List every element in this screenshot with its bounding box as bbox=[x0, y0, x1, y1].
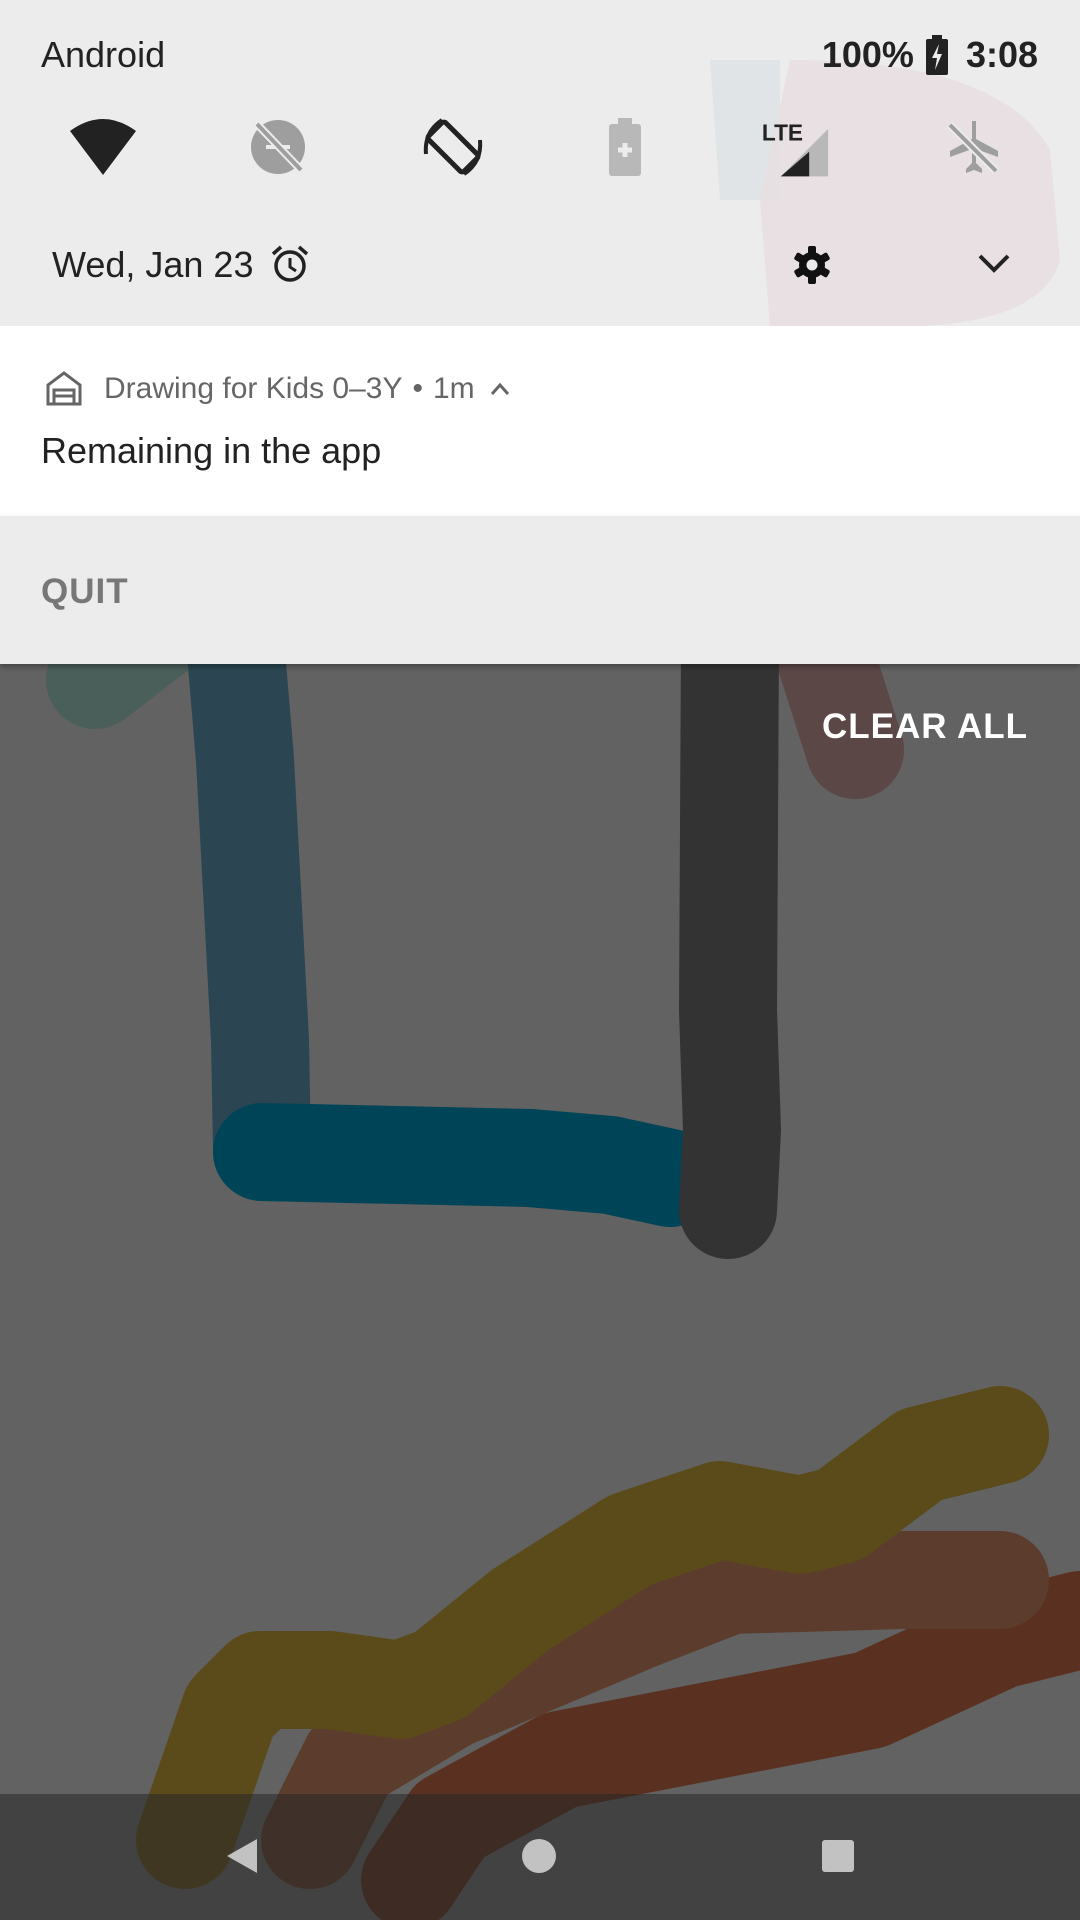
battery-saver-tile[interactable] bbox=[590, 112, 660, 182]
alarm-icon[interactable] bbox=[270, 244, 310, 284]
notification-age: 1m bbox=[433, 372, 475, 405]
quick-settings-panel: Android 100% 3:08 LTE Wed, Jan 23 bbox=[0, 0, 1080, 326]
notification-card[interactable]: Drawing for Kids 0–3Y • 1m Remaining in … bbox=[0, 326, 1080, 516]
mobile-data-tile[interactable]: LTE bbox=[760, 112, 830, 182]
notification-app-name: Drawing for Kids 0–3Y bbox=[104, 372, 403, 405]
wifi-icon bbox=[70, 119, 136, 175]
recents-icon bbox=[822, 1840, 854, 1872]
clock: 3:08 bbox=[965, 34, 1038, 75]
wifi-tile[interactable] bbox=[68, 112, 138, 182]
home-icon bbox=[522, 1839, 556, 1873]
notification-header: Drawing for Kids 0–3Y • 1m bbox=[104, 372, 511, 406]
date-label[interactable]: Wed, Jan 23 bbox=[52, 244, 253, 286]
stroke-black-vertical bbox=[679, 591, 781, 1259]
svg-text:LTE: LTE bbox=[762, 119, 803, 145]
notification-actions: QUIT bbox=[0, 516, 1080, 664]
chevron-up-icon[interactable] bbox=[489, 380, 511, 398]
separator-dot: • bbox=[412, 372, 423, 405]
stroke-darkblue-horizontal bbox=[213, 1103, 719, 1227]
auto-rotate-icon bbox=[423, 118, 483, 176]
data-saver-off-icon bbox=[251, 120, 305, 174]
recents-button[interactable] bbox=[813, 1831, 863, 1881]
back-button[interactable] bbox=[217, 1831, 267, 1881]
battery-saver-icon bbox=[609, 118, 641, 176]
airplane-mode-off-icon bbox=[947, 121, 999, 174]
carrier-label: Android bbox=[41, 34, 166, 75]
stroke-blue-vertical bbox=[186, 591, 311, 1199]
chevron-down-icon[interactable] bbox=[976, 248, 1012, 278]
back-icon bbox=[227, 1839, 257, 1873]
data-saver-tile[interactable] bbox=[243, 112, 313, 182]
auto-rotate-tile[interactable] bbox=[418, 112, 488, 182]
notification-title: Remaining in the app bbox=[41, 430, 382, 471]
battery-percent: 100% bbox=[821, 34, 914, 75]
home-button[interactable] bbox=[514, 1831, 564, 1881]
status-right: 100% 3:08 bbox=[822, 34, 1038, 76]
quit-button[interactable]: QUIT bbox=[41, 572, 129, 612]
settings-gear-icon[interactable] bbox=[790, 243, 834, 287]
clear-all-button[interactable]: CLEAR ALL bbox=[822, 707, 1028, 747]
navigation-bar bbox=[0, 1794, 1080, 1920]
airplane-mode-tile[interactable] bbox=[937, 112, 1007, 182]
lte-signal-icon: LTE bbox=[762, 119, 829, 177]
battery-charging-icon bbox=[925, 35, 948, 75]
home-outline-icon bbox=[46, 371, 82, 406]
